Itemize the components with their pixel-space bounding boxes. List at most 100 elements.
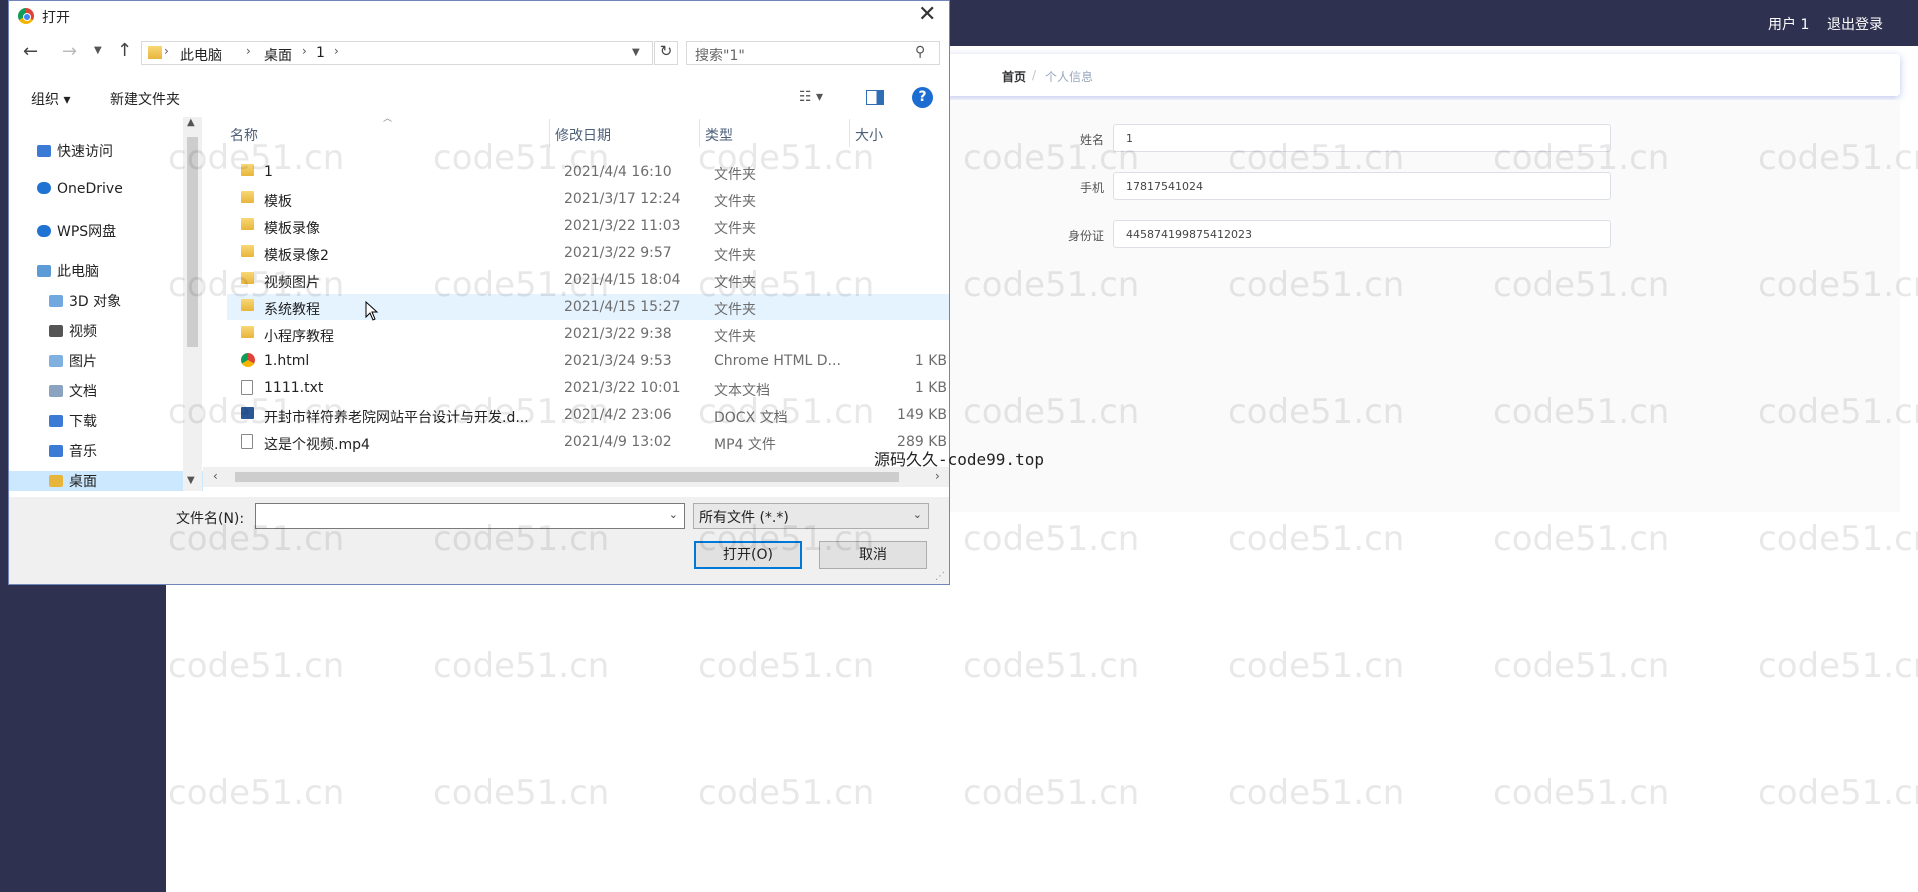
breadcrumb-current: 个人信息	[1045, 70, 1094, 84]
file-name: 开封市祥符养老院网站平台设计与开发.d...	[264, 410, 529, 426]
file-row[interactable]: 这是个视频.mp4 2021/4/9 13:02 MP4 文件 289 KB	[227, 429, 949, 455]
nav-item[interactable]: WPS网盘	[37, 221, 116, 241]
nav-item[interactable]: 文档	[49, 381, 97, 401]
file-size: 1 KB	[914, 380, 947, 396]
scrollbar-thumb[interactable]	[187, 137, 198, 347]
nav-item[interactable]: 3D 对象	[49, 291, 121, 311]
chevron-down-icon[interactable]: ▼	[632, 47, 640, 58]
nav-item-label: 音乐	[69, 444, 97, 460]
new-folder-button[interactable]: 新建文件夹	[110, 89, 180, 109]
nav-item-label: 桌面	[69, 474, 97, 490]
search-icon[interactable]: ⚲	[915, 44, 925, 60]
refresh-icon[interactable]: ↻	[654, 41, 678, 65]
column-date[interactable]: 修改日期	[555, 125, 611, 145]
filename-input[interactable]: ⌄	[255, 503, 685, 529]
dialog-title: 打开	[42, 10, 70, 26]
file-name: 1.html	[264, 353, 310, 369]
search-box[interactable]: 搜索"1" ⚲	[686, 41, 940, 65]
back-arrow-icon[interactable]: ←	[23, 41, 38, 62]
file-date: 2021/4/15 18:04	[564, 272, 681, 288]
nav-item[interactable]: 视频	[49, 321, 97, 341]
logout-link[interactable]: 退出登录	[1827, 14, 1883, 34]
address-bar[interactable]: › 此电脑 › 桌面 › 1 › ▼	[141, 41, 653, 65]
file-size: 149 KB	[897, 407, 947, 423]
nav-item-label: OneDrive	[57, 181, 123, 197]
document-icon	[49, 385, 63, 397]
user-name[interactable]: 用户 1	[1768, 14, 1809, 34]
open-button[interactable]: 打开(O)	[694, 541, 802, 569]
file-row[interactable]: 模板 2021/3/17 12:24 文件夹	[227, 186, 949, 212]
nav-item[interactable]: 此电脑	[37, 261, 99, 281]
file-row[interactable]: 模板录像 2021/3/22 11:03 文件夹	[227, 213, 949, 239]
preview-pane-icon[interactable]	[866, 90, 884, 105]
file-type: 文件夹	[714, 221, 756, 237]
file-date: 2021/3/22 11:03	[564, 218, 681, 234]
file-name: 小程序教程	[264, 329, 334, 345]
file-name: 模板录像	[264, 221, 320, 237]
up-arrow-icon[interactable]: ↑	[117, 40, 132, 61]
column-size[interactable]: 大小	[855, 125, 883, 145]
view-options-icon[interactable]: ☷ ▾	[799, 89, 823, 105]
nav-item[interactable]: OneDrive	[37, 181, 123, 197]
form-label: 身份证	[1067, 229, 1104, 243]
path-segment[interactable]: 桌面	[264, 45, 292, 65]
search-input[interactable]: 搜索"1"	[695, 45, 745, 65]
file-name: 这是个视频.mp4	[264, 437, 370, 453]
form-input[interactable]: 445874199875412023	[1113, 220, 1611, 248]
dialog-footer: 文件名(N): ⌄ 所有文件 (*.*) ⌄ 打开(O) 取消 ⋰	[9, 497, 949, 584]
file-row[interactable]: 小程序教程 2021/3/22 9:38 文件夹	[227, 321, 949, 347]
path-segment[interactable]: 此电脑	[180, 45, 222, 65]
form-input[interactable]: 17817541024	[1113, 172, 1611, 200]
nav-item[interactable]: 快速访问	[37, 141, 113, 161]
help-icon[interactable]: ?	[912, 87, 933, 108]
nav-item-label: 快速访问	[57, 144, 113, 160]
dialog-titlebar: 打开 ✕	[9, 1, 949, 31]
computer-icon	[37, 265, 51, 277]
organize-button[interactable]: 组织 ▾	[31, 89, 70, 109]
file-type: 文件夹	[714, 329, 756, 345]
file-name: 模板录像2	[264, 248, 329, 264]
cancel-button[interactable]: 取消	[819, 541, 927, 569]
file-name: 视频图片	[264, 275, 320, 291]
nav-item[interactable]: 音乐	[49, 441, 97, 461]
file-type-filter[interactable]: 所有文件 (*.*) ⌄	[693, 503, 929, 529]
video-icon	[49, 325, 63, 337]
form-input[interactable]: 1	[1113, 124, 1611, 152]
file-row[interactable]: 模板录像2 2021/3/22 9:57 文件夹	[227, 240, 949, 266]
file-date: 2021/4/2 23:06	[564, 407, 672, 423]
nav-item[interactable]: 桌面	[9, 471, 203, 491]
recent-locations-icon[interactable]: ▼	[94, 45, 102, 56]
file-name: 1111.txt	[264, 380, 324, 396]
file-date: 2021/3/22 10:01	[564, 380, 681, 396]
folder-icon	[241, 326, 254, 338]
folder-icon	[148, 46, 162, 59]
file-row[interactable]: 视频图片 2021/4/15 18:04 文件夹	[227, 267, 949, 293]
file-type: DOCX 文档	[714, 410, 788, 426]
mouse-cursor-icon	[365, 301, 379, 321]
sort-ascending-icon: ︿	[383, 114, 393, 124]
chevron-down-icon[interactable]: ⌄	[913, 508, 922, 521]
file-type: Chrome HTML D...	[714, 353, 841, 369]
file-name: 1	[264, 164, 273, 180]
star-icon	[37, 145, 51, 157]
scrollbar-thumb[interactable]	[235, 472, 899, 482]
column-name[interactable]: 名称	[230, 125, 258, 145]
nav-scrollbar[interactable]: ▲ ▼	[183, 117, 202, 491]
music-icon	[49, 445, 63, 457]
nav-item[interactable]: 图片	[49, 351, 97, 371]
path-segment[interactable]: 1	[316, 45, 325, 61]
chevron-down-icon[interactable]: ⌄	[669, 508, 678, 521]
column-type[interactable]: 类型	[705, 125, 733, 145]
resize-grip-icon[interactable]: ⋰	[935, 571, 945, 582]
file-row[interactable]: 系统教程 2021/4/15 15:27 文件夹	[227, 294, 949, 320]
forward-arrow-icon[interactable]: →	[62, 41, 77, 62]
navigation-pane: 快速访问 OneDrive WPS网盘此电脑 3D 对象视频图片文档下载音乐桌面	[9, 117, 203, 491]
nav-item[interactable]: 下载	[49, 411, 97, 431]
file-row[interactable]: 1.html 2021/3/24 9:53 Chrome HTML D... 1 KB	[227, 348, 949, 374]
close-icon[interactable]: ✕	[918, 2, 936, 27]
file-row[interactable]: 1 2021/4/4 16:10 文件夹	[227, 159, 949, 185]
file-row[interactable]: 开封市祥符养老院网站平台设计与开发.d... 2021/4/2 23:06 DOCX…	[227, 402, 949, 428]
file-row[interactable]: 1111.txt 2021/3/22 10:01 文本文档 1 KB	[227, 375, 949, 401]
file-list-hscrollbar[interactable]: ‹ ›	[203, 467, 949, 487]
breadcrumb-home[interactable]: 首页	[1002, 68, 1026, 85]
